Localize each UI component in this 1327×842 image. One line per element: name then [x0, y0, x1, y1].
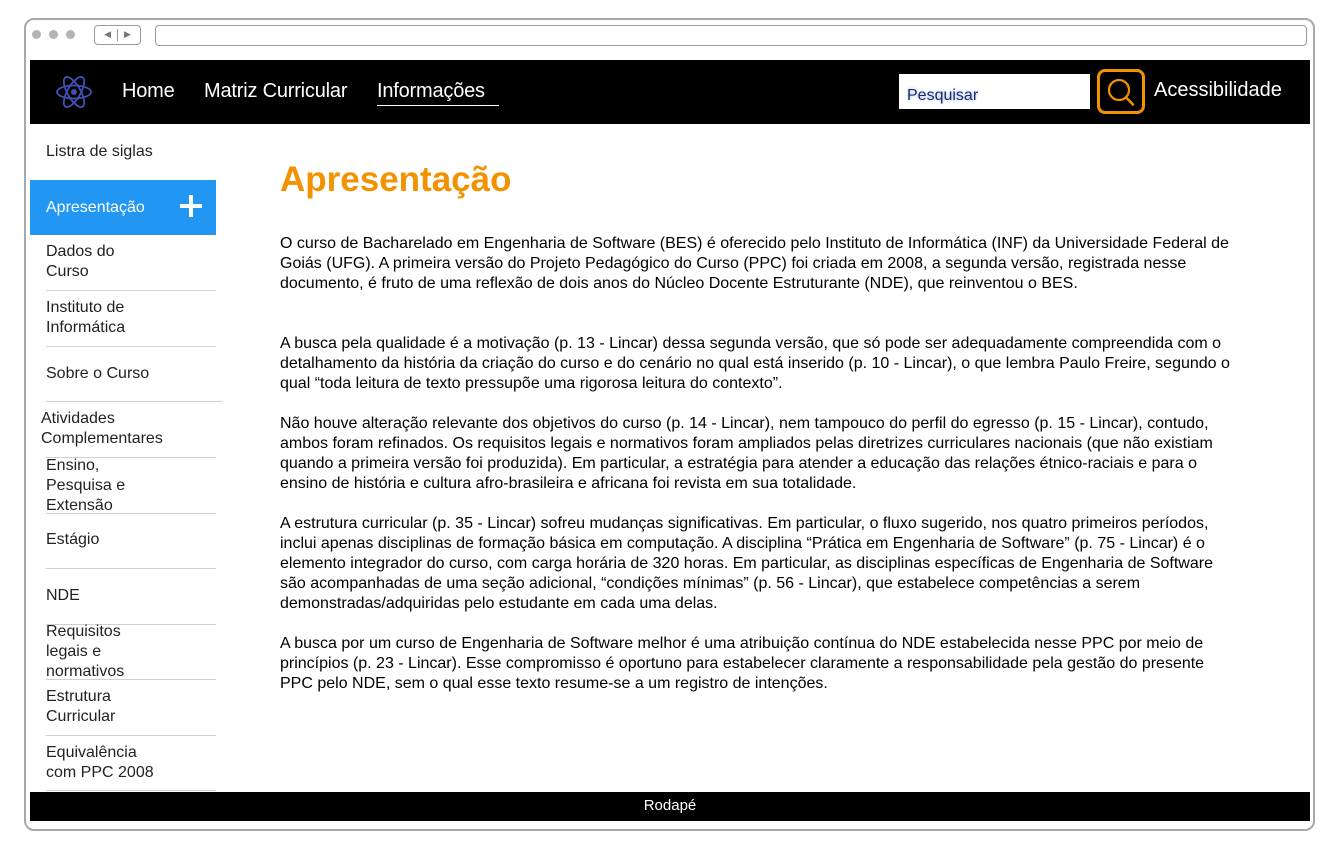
sidebar-item-requisitos-legais[interactable]: Requisitos legais e normativos	[30, 622, 216, 682]
sidebar-item-atividades-complementares[interactable]: Atividades Complementares	[30, 409, 216, 451]
forward-arrow-icon[interactable]: ▶	[124, 30, 131, 40]
sidebar-item-nde[interactable]: NDE	[30, 586, 216, 610]
sidebar-item-estagio[interactable]: Estágio	[30, 530, 216, 554]
sidebar-divider	[46, 679, 216, 680]
sidebar-item-label: Equivalência com PPC 2008	[46, 744, 154, 781]
paragraph: A busca por um curso de Engenharia de So…	[280, 635, 1205, 692]
window-dot-icon[interactable]	[66, 30, 75, 39]
sidebar-item-label: Listra de siglas	[46, 143, 153, 160]
browser-nav-arrows[interactable]: ◀ ▶	[94, 25, 141, 45]
paragraph: A estrutura curricular (p. 35 - Lincar) …	[280, 515, 1213, 612]
sidebar-item-dados-do-curso[interactable]: Dados do Curso	[30, 242, 216, 284]
sidebar-item-label: Instituto de Informática	[46, 299, 126, 336]
sidebar-divider	[46, 346, 216, 347]
sidebar-item-listra-de-siglas[interactable]: Listra de siglas	[30, 140, 216, 164]
nav-arrow-divider	[117, 29, 118, 41]
accessibility-link[interactable]: Acessibilidade	[1154, 79, 1282, 102]
sidebar-item-label: Apresentação	[46, 199, 145, 216]
paragraph: A busca pela qualidade é a motivação (p.…	[280, 335, 1230, 392]
sidebar-divider	[46, 568, 216, 569]
sidebar-item-label: NDE	[46, 587, 80, 604]
sidebar: Listra de siglas Apresentação Dados do C…	[30, 124, 222, 792]
sidebar-item-sobre-o-curso[interactable]: Sobre o Curso	[30, 364, 216, 388]
sidebar-item-ensino-pesquisa-extensao[interactable]: Ensino, Pesquisa e Extensão	[30, 456, 216, 516]
sidebar-item-label: Dados do Curso	[46, 243, 115, 280]
sidebar-item-label: Estrutura Curricular	[46, 688, 116, 725]
sidebar-item-label: Estágio	[46, 531, 100, 548]
nav-link-home[interactable]: Home	[122, 80, 175, 103]
browser-titlebar: ◀ ▶	[26, 20, 1313, 58]
sidebar-item-label: Requisitos legais e normativos	[46, 623, 125, 680]
search-input[interactable]	[899, 74, 1090, 109]
sidebar-divider	[46, 401, 222, 402]
nav-link-matriz-curricular[interactable]: Matriz Curricular	[204, 80, 347, 103]
nav-link-informacoes[interactable]: Informações	[377, 80, 499, 106]
search-button[interactable]	[1097, 69, 1145, 114]
address-bar[interactable]	[155, 25, 1307, 46]
back-arrow-icon[interactable]: ◀	[104, 30, 111, 40]
sidebar-item-estrutura-curricular[interactable]: Estrutura Curricular	[30, 687, 216, 729]
sidebar-item-equivalencia[interactable]: Equivalência com PPC 2008	[30, 743, 216, 785]
footer: Rodapé	[30, 792, 1310, 821]
sidebar-item-apresentacao[interactable]: Apresentação	[30, 180, 216, 235]
sidebar-item-label: Sobre o Curso	[46, 365, 150, 382]
window-dot-icon[interactable]	[32, 30, 41, 39]
sidebar-item-label: Atividades Complementares	[41, 410, 163, 447]
top-navigation-bar: Home Matriz Curricular Informações Acess…	[30, 60, 1310, 124]
browser-window: ◀ ▶ Home Matriz Curricular Informações A…	[24, 18, 1315, 831]
sidebar-item-label: Ensino, Pesquisa e Extensão	[46, 457, 126, 514]
paragraph: O curso de Bacharelado em Engenharia de …	[280, 235, 1229, 292]
plus-icon[interactable]	[180, 195, 202, 217]
window-dot-icon[interactable]	[49, 30, 58, 39]
sidebar-divider	[46, 735, 216, 736]
sidebar-divider	[46, 290, 216, 291]
page-title: Apresentação	[280, 160, 512, 199]
sidebar-item-instituto-de-informatica[interactable]: Instituto de Informática	[30, 298, 216, 340]
sidebar-divider	[46, 790, 216, 791]
atom-icon[interactable]	[54, 72, 94, 112]
search-icon	[1107, 78, 1135, 106]
sidebar-divider	[46, 513, 216, 514]
paragraph: Não houve alteração relevante dos objeti…	[280, 415, 1213, 492]
